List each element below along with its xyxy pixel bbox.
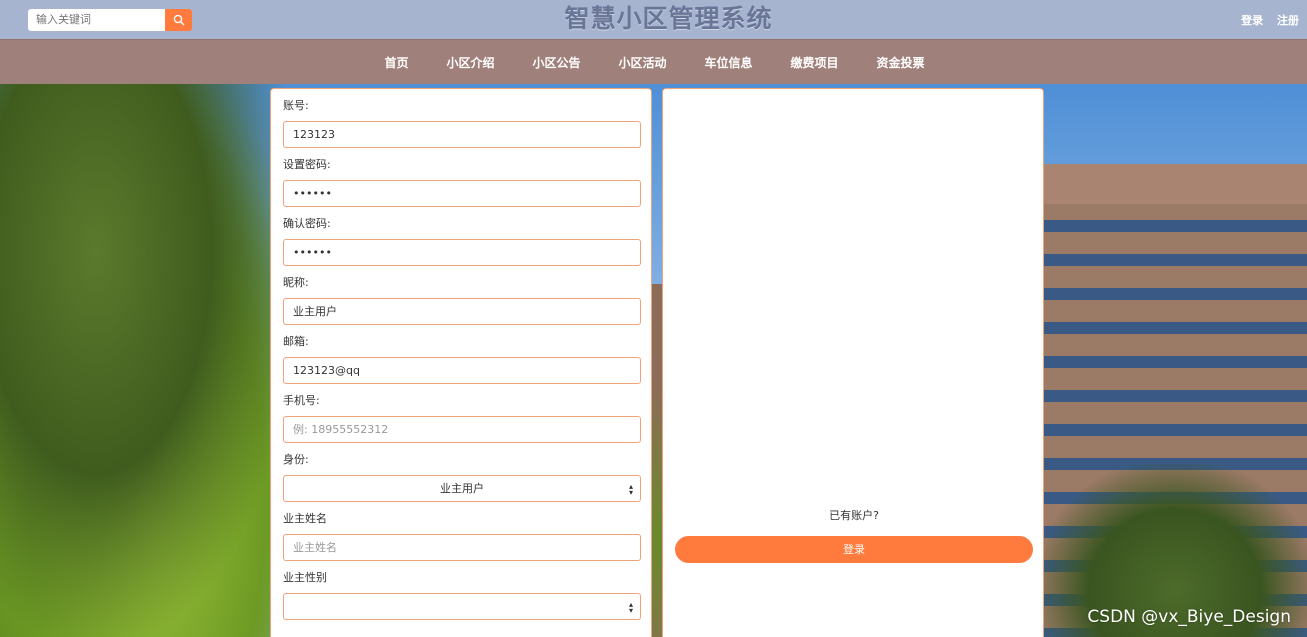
role-select-value: 业主用户 <box>440 482 484 495</box>
owner-name-label: 业主姓名 <box>283 512 327 525</box>
login-side-panel: 已有账户? 登录 <box>662 88 1044 637</box>
register-form: 账号: 123123 设置密码: •••••• 确认密码: •••••• 昵称:… <box>270 88 652 637</box>
password-label: 设置密码: <box>283 158 331 171</box>
register-link[interactable]: 注册 <box>1277 14 1299 27</box>
top-bar: 智慧小区管理系统 登录 注册 <box>0 0 1307 39</box>
nickname-field[interactable]: 业主用户 <box>283 298 641 325</box>
account-field[interactable]: 123123 <box>283 121 641 148</box>
tree-left <box>0 84 300 637</box>
background-photo <box>0 84 1307 637</box>
role-label: 身份: <box>283 453 309 466</box>
role-select[interactable]: 业主用户 ▴ ▾ <box>283 475 641 502</box>
select-arrows-icon: ▴ ▾ <box>628 482 633 497</box>
nav-item-payment[interactable]: 缴费项目 <box>772 54 858 71</box>
nav-item-activity[interactable]: 小区活动 <box>599 54 685 71</box>
login-link[interactable]: 登录 <box>1241 14 1263 27</box>
owner-gender-label: 业主性别 <box>283 571 327 584</box>
have-account-text: 已有账户? <box>829 509 879 522</box>
auth-links: 登录 注册 <box>1231 12 1299 28</box>
owner-name-field[interactable]: 业主姓名 <box>283 534 641 561</box>
nav-item-parking[interactable]: 车位信息 <box>686 54 772 71</box>
login-button[interactable]: 登录 <box>675 536 1033 563</box>
nav-item-home[interactable]: 首页 <box>365 54 427 71</box>
email-label: 邮箱: <box>283 335 309 348</box>
phone-field[interactable]: 例: 18955552312 <box>283 416 641 443</box>
nickname-label: 昵称: <box>283 276 309 289</box>
site-title: 智慧小区管理系统 <box>564 4 773 33</box>
main-nav: 首页 小区介绍 小区公告 小区活动 车位信息 缴费项目 资金投票 <box>0 39 1307 84</box>
select-arrows-icon: ▴ ▾ <box>628 600 633 615</box>
account-label: 账号: <box>283 99 309 112</box>
owner-gender-select[interactable]: ▴ ▾ <box>283 593 641 620</box>
email-field[interactable]: 123123@qq <box>283 357 641 384</box>
watermark: CSDN @vx_Biye_Design <box>1087 607 1291 627</box>
confirm-password-label: 确认密码: <box>283 217 331 230</box>
phone-label: 手机号: <box>283 394 320 407</box>
nav-item-vote[interactable]: 资金投票 <box>858 54 944 71</box>
nav-item-intro[interactable]: 小区介绍 <box>427 54 513 71</box>
nav-item-notice[interactable]: 小区公告 <box>513 54 599 71</box>
confirm-password-field[interactable]: •••••• <box>283 239 641 266</box>
password-field[interactable]: •••••• <box>283 180 641 207</box>
